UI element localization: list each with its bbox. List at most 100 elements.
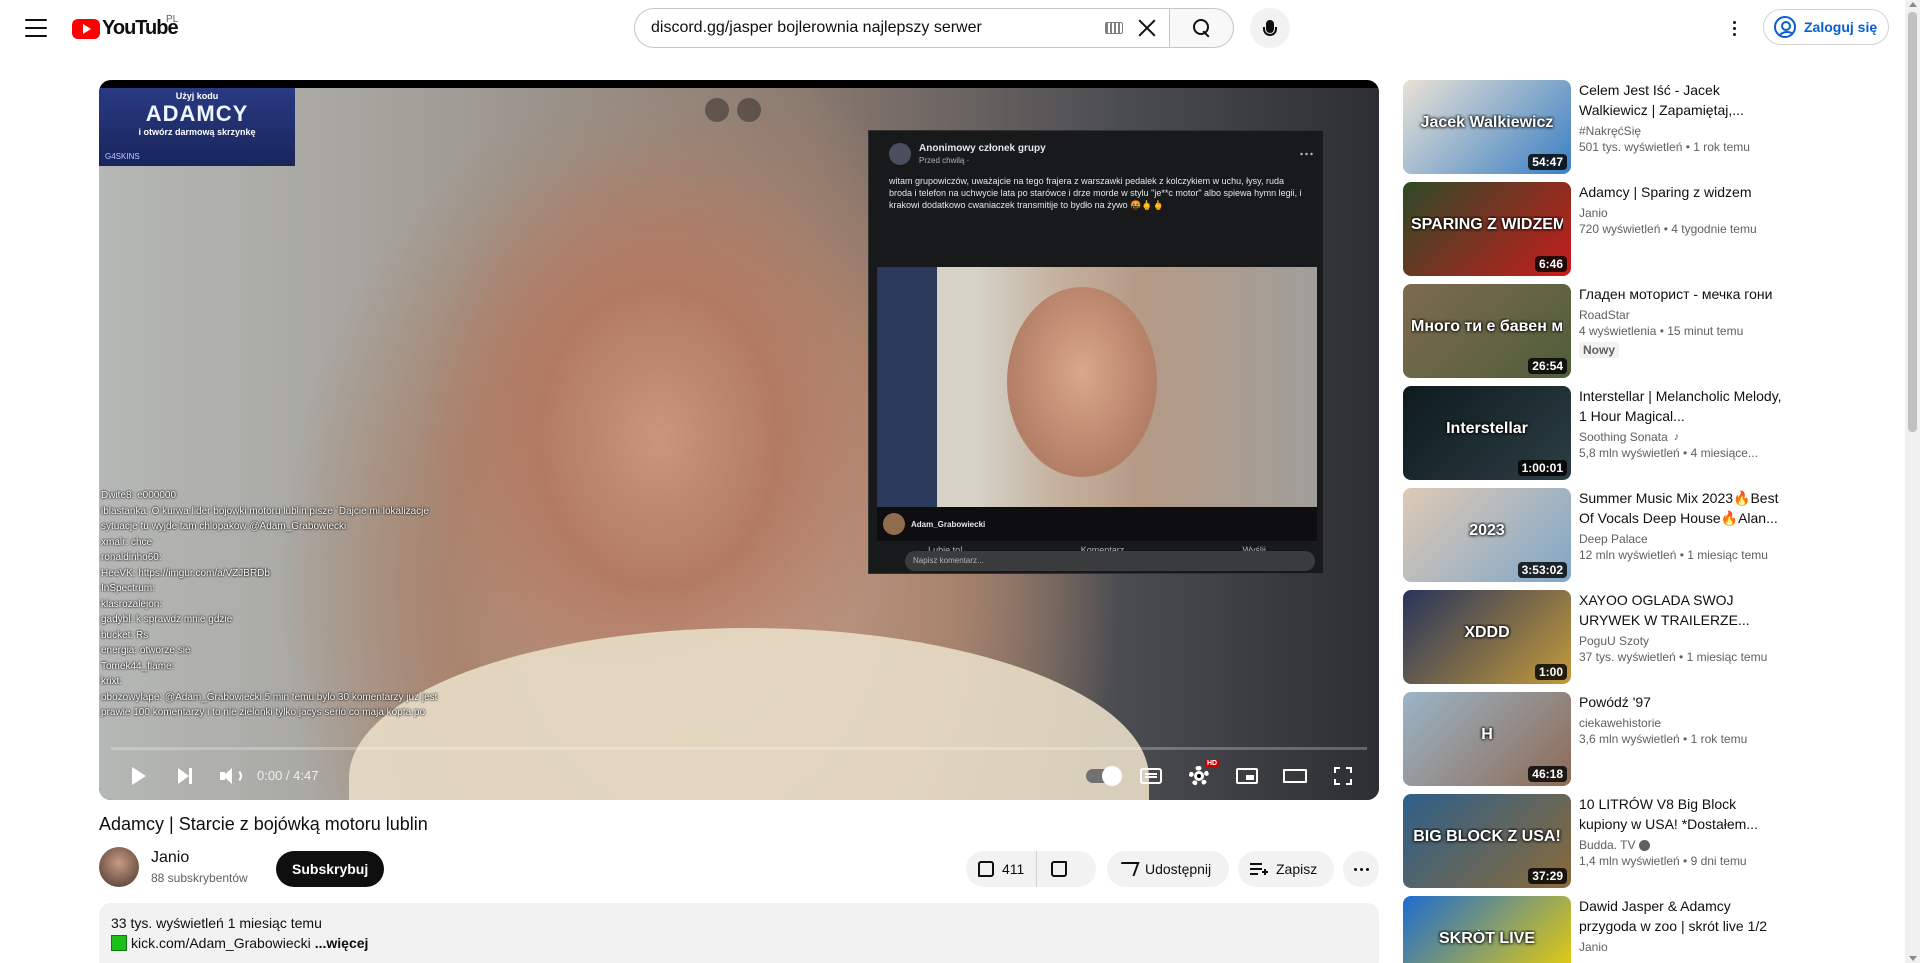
like-button[interactable]: 411 <box>966 851 1038 887</box>
thumbnail-text: BIG BLOCK Z USA! <box>1413 828 1561 845</box>
sign-in-button[interactable]: Zaloguj się <box>1763 9 1889 45</box>
recommendation-channel[interactable]: Budda. TV <box>1579 838 1635 852</box>
page-scrollbar[interactable] <box>1905 0 1920 963</box>
video-frame[interactable]: Użyj kodu ADAMCY i otwórz darmową skrzyn… <box>99 88 1379 800</box>
search-icon <box>1192 19 1211 37</box>
recommendation-title[interactable]: Celem Jest Iść - Jacek Walkiewicz | Zapa… <box>1579 80 1783 120</box>
video-thumbnail[interactable]: XDDD 1:00 <box>1403 590 1571 684</box>
video-thumbnail[interactable]: SPARING Z WIDZEM 6:46 <box>1403 182 1571 276</box>
save-button[interactable]: Zapisz <box>1238 851 1334 887</box>
recommendation-item[interactable]: SKRÓT LIVE Dawid Jasper & Adamcy przygoda… <box>1403 896 1783 963</box>
gear-icon <box>1189 766 1209 786</box>
miniplayer-button[interactable] <box>1227 752 1267 800</box>
mute-button[interactable] <box>211 752 251 800</box>
menu-icon[interactable] <box>20 16 52 40</box>
recommendation-title[interactable]: 10 LITRÓW V8 Big Block kupiony w USA! *D… <box>1579 794 1783 834</box>
video-thumbnail[interactable]: 2023 3:53:02 <box>1403 488 1571 582</box>
chat-line: energia: otworze sie <box>101 645 191 656</box>
like-dislike-group: 411 <box>966 851 1096 887</box>
subtitles-button[interactable] <box>1131 752 1171 800</box>
recommendation-item[interactable]: BIG BLOCK Z USA! 37:29 10 LITRÓW V8 Big Bl… <box>1403 794 1783 888</box>
sparkle-icon[interactable] <box>737 98 761 122</box>
recommendation-title[interactable]: Powódź '97 <box>1579 692 1783 712</box>
video-duration: 37:29 <box>1528 868 1567 884</box>
recommendation-title[interactable]: Summer Music Mix 2023🔥Best Of Vocals Dee… <box>1579 488 1783 528</box>
thumbs-down-icon <box>1051 861 1068 877</box>
recommendation-item[interactable]: Много ти е бавен мотор 26:54 Гладен мотори… <box>1403 284 1783 378</box>
copy-icon[interactable] <box>705 98 729 122</box>
voice-search-button[interactable] <box>1250 8 1290 48</box>
video-duration: 1:00:01 <box>1517 460 1567 476</box>
recommendation-item[interactable]: Interstellar 1:00:01 Interstellar | Melanc… <box>1403 386 1783 480</box>
youtube-logo[interactable]: YouTube <box>72 17 179 40</box>
recommendation-channel[interactable]: Soothing Sonata <box>1579 430 1668 444</box>
video-thumbnail[interactable]: Jacek Walkiewicz 54:47 <box>1403 80 1571 174</box>
chat-line: sytuacje tu wyjde tam chlopakow @Adam_Gr… <box>101 521 347 532</box>
scrollbar-thumb[interactable] <box>1908 12 1917 432</box>
recommendation-channel[interactable]: RoadStar <box>1579 308 1630 322</box>
video-thumbnail[interactable]: SKRÓT LIVE <box>1403 896 1571 963</box>
recommendation-channel[interactable]: Janio <box>1579 206 1608 220</box>
thumbnail-text: Jacek Walkiewicz <box>1420 114 1554 131</box>
verified-icon <box>1639 839 1651 851</box>
recommendation-item[interactable]: XDDD 1:00 XAYOO OGLADA SWOJ URYWEK W TRAIL… <box>1403 590 1783 684</box>
fullscreen-icon <box>1334 767 1352 785</box>
recommendation-title[interactable]: Adamcy | Sparing z widzem <box>1579 182 1783 202</box>
recommendation-channel[interactable]: Janio <box>1579 940 1608 954</box>
scroll-down-icon[interactable] <box>1909 956 1917 961</box>
recommendation-item[interactable]: SPARING Z WIDZEM 6:46 Adamcy | Sparing z w… <box>1403 182 1783 276</box>
thumbnail-text: SPARING Z WIDZEM <box>1411 216 1563 233</box>
recommendation-title[interactable]: XAYOO OGLADA SWOJ URYWEK W TRAILERZE... <box>1579 590 1783 630</box>
fb-image-face <box>1007 287 1157 477</box>
description-box[interactable]: 33 tys. wyświetleń 1 miesiąc temu kick.c… <box>99 903 1379 963</box>
recommendation-title[interactable]: Гладен моторист - мечка гони <box>1579 284 1783 304</box>
show-more-link[interactable]: ...więcej <box>315 935 369 951</box>
video-player[interactable]: Użyj kodu ADAMCY i otwórz darmową skrzyn… <box>99 80 1379 800</box>
recommendation-item[interactable]: Jacek Walkiewicz 54:47 Celem Jest Iść - Ja… <box>1403 80 1783 174</box>
fullscreen-button[interactable] <box>1323 752 1363 800</box>
recommendation-channel[interactable]: Deep Palace <box>1579 532 1648 546</box>
more-actions-button[interactable] <box>1343 851 1379 887</box>
recommendation-item[interactable]: 2023 3:53:02 Summer Music Mix 2023🔥Best Of… <box>1403 488 1783 582</box>
recommendation-title[interactable]: Interstellar | Melancholic Melody, 1 Hou… <box>1579 386 1783 426</box>
recommendation-item[interactable]: H 46:18 Powódź '97 ciekawehistorie 3,6 mln w… <box>1403 692 1783 786</box>
progress-bar[interactable] <box>111 747 1367 750</box>
account-icon <box>1774 16 1796 38</box>
keyboard-icon[interactable] <box>1105 22 1123 34</box>
search-input[interactable]: discord.gg/jasper bojlerownia najlepszy … <box>634 8 1170 48</box>
settings-menu-icon[interactable] <box>1722 16 1746 40</box>
autoplay-toggle[interactable] <box>1081 752 1125 800</box>
thumbnail-text: Много ти е бавен мотор <box>1411 318 1563 335</box>
promo-line-1: Użyj kodu <box>175 91 219 101</box>
video-thumbnail[interactable]: BIG BLOCK Z USA! 37:29 <box>1403 794 1571 888</box>
new-badge: Nowy <box>1579 342 1620 358</box>
recommendation-channel[interactable]: ciekawehistorie <box>1579 716 1661 730</box>
theater-mode-button[interactable] <box>1275 752 1315 800</box>
description-link[interactable]: kick.com/Adam_Grabowiecki <box>131 935 311 951</box>
recommendation-channel[interactable]: #NakręćSię <box>1579 124 1641 138</box>
channel-avatar[interactable] <box>99 847 139 887</box>
chat-line: obozowylape: @Adam_Grabowiecki 5 min tem… <box>101 691 438 703</box>
next-button[interactable] <box>165 752 205 800</box>
play-button[interactable] <box>119 752 159 800</box>
recommendation-channel[interactable]: PoguU Szoty <box>1579 634 1649 648</box>
thumbs-up-icon <box>978 861 994 877</box>
clear-search-icon[interactable] <box>1135 16 1159 40</box>
recommendation-title[interactable]: Dawid Jasper & Adamcy przygoda w zoo | s… <box>1579 896 1783 936</box>
search-button[interactable] <box>1170 8 1234 48</box>
scroll-up-icon[interactable] <box>1909 2 1917 7</box>
play-icon <box>132 767 146 785</box>
subscribe-button[interactable]: Subskrybuj <box>276 851 385 887</box>
video-duration: 46:18 <box>1528 766 1567 782</box>
share-button[interactable]: Udostępnij <box>1107 851 1229 887</box>
fb-comment-box: Napisz komentarz... <box>879 547 1315 571</box>
video-thumbnail[interactable]: Interstellar 1:00:01 <box>1403 386 1571 480</box>
video-thumbnail[interactable]: H 46:18 <box>1403 692 1571 786</box>
channel-name[interactable]: Janio <box>151 849 248 867</box>
video-thumbnail[interactable]: Много ти е бавен мотор 26:54 <box>1403 284 1571 378</box>
promo-line-3: i otwórz darmową skrzynkę <box>138 127 256 137</box>
country-code: PL <box>166 14 179 25</box>
search-query[interactable]: discord.gg/jasper bojlerownia najlepszy … <box>651 19 1105 37</box>
theater-icon <box>1283 769 1307 783</box>
dislike-button[interactable] <box>1037 851 1081 887</box>
